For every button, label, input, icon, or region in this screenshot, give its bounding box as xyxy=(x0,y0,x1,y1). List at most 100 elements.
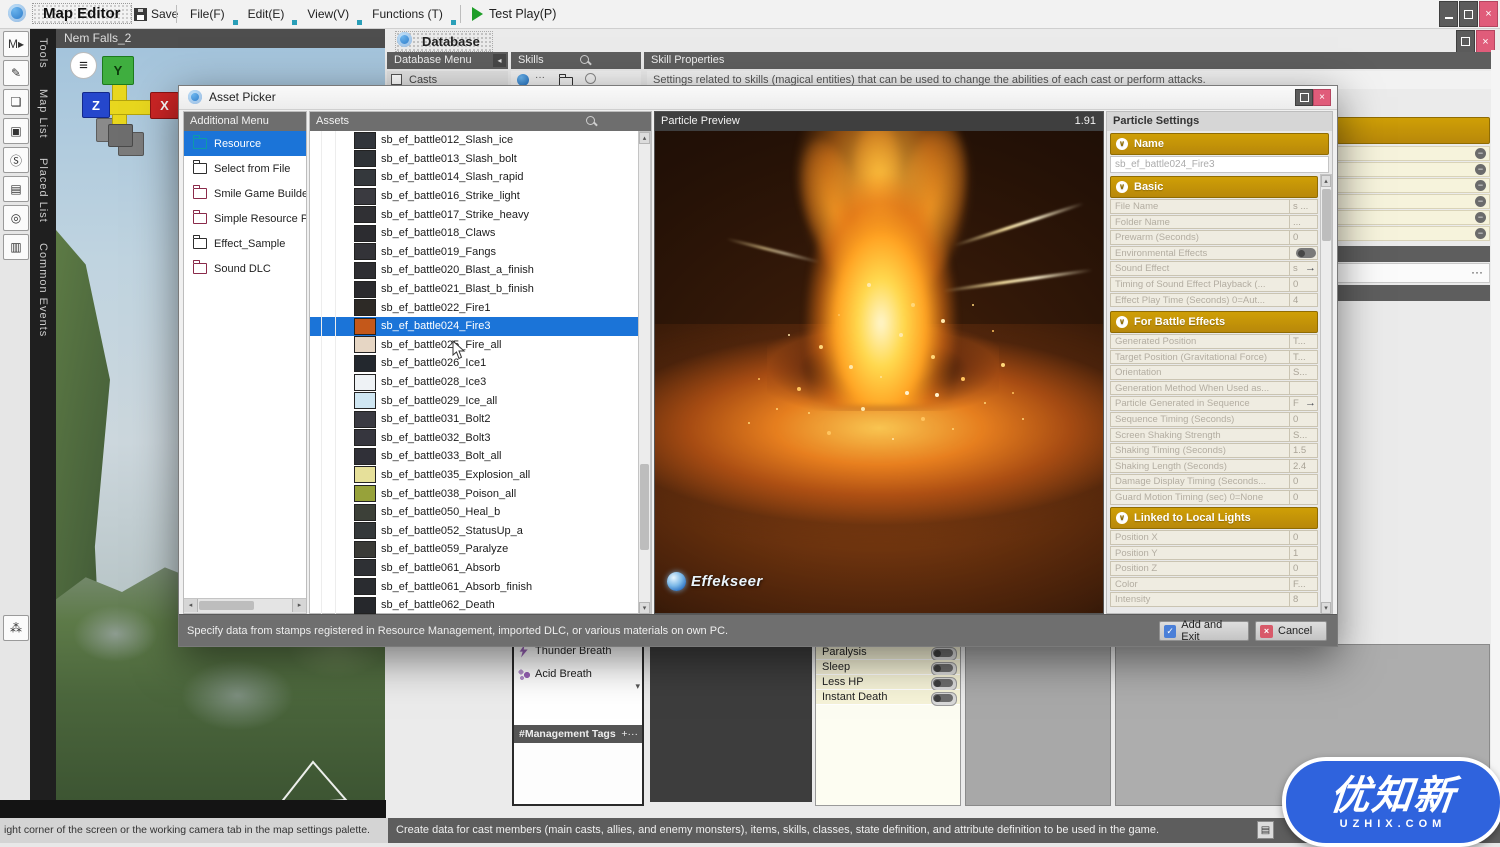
minus-icon[interactable]: − xyxy=(1475,196,1486,207)
dialog-restore-button[interactable] xyxy=(1295,89,1313,106)
setting-value[interactable]: s → xyxy=(1289,262,1317,275)
name-value-field[interactable]: sb_ef_battle024_Fire3 xyxy=(1110,156,1329,173)
settings-row[interactable]: Timing of Sound Effect Playback (... 0 xyxy=(1110,276,1318,292)
setting-value[interactable]: 0 xyxy=(1289,490,1317,504)
asset-row[interactable]: sb_ef_battle019_Fangs xyxy=(310,242,638,262)
settings-row[interactable]: Position Y 1 xyxy=(1110,545,1318,561)
asset-row[interactable]: sb_ef_battle018_Claws xyxy=(310,223,638,243)
asset-row[interactable]: sb_ef_battle031_Bolt2 xyxy=(310,409,638,429)
vscroll-thumb[interactable] xyxy=(640,464,649,550)
scroll-down-icon[interactable]: ▾ xyxy=(635,681,640,692)
hscroll-thumb[interactable] xyxy=(199,601,254,610)
state-row[interactable]: Less HP xyxy=(816,675,960,691)
asset-row[interactable]: sb_ef_battle038_Poison_all xyxy=(310,484,638,503)
minus-icon[interactable]: − xyxy=(1475,148,1486,159)
settings-row[interactable]: Particle Generated in Sequence F → xyxy=(1110,396,1318,411)
tool-button[interactable]: M▸ xyxy=(3,31,29,57)
tool-button[interactable]: ◎ xyxy=(3,205,29,231)
setting-value[interactable]: 2.4 xyxy=(1289,459,1317,473)
gizmo-y-handle[interactable]: Y xyxy=(102,56,134,85)
state-row[interactable]: Sleep xyxy=(816,660,960,676)
asset-row[interactable]: sb_ef_battle012_Slash_ice xyxy=(310,131,638,150)
minus-icon[interactable]: − xyxy=(1475,228,1486,239)
side-tab[interactable]: Map List xyxy=(37,79,49,149)
settings-row[interactable]: Screen Shaking Strength S... xyxy=(1110,427,1318,443)
setting-value[interactable] xyxy=(1289,246,1317,260)
toggle-icon[interactable] xyxy=(1296,248,1316,259)
settings-row[interactable]: Sequence Timing (Seconds) 0 xyxy=(1110,411,1318,427)
setting-value[interactable] xyxy=(1289,381,1317,395)
settings-row[interactable]: Target Position (Gravitational Force) T.… xyxy=(1110,349,1318,365)
asset-row[interactable]: sb_ef_battle062_Death xyxy=(310,595,638,615)
settings-row[interactable]: Folder Name ... xyxy=(1110,214,1318,230)
refresh-icon[interactable] xyxy=(585,73,596,84)
setting-value[interactable]: 1 xyxy=(1289,546,1317,560)
settings-row[interactable]: Damage Display Timing (Seconds... 0 xyxy=(1110,474,1318,489)
more-icon[interactable]: ··· xyxy=(535,72,545,83)
tool-button[interactable]: ✎ xyxy=(3,60,29,86)
asset-row[interactable]: sb_ef_battle025_Fire_all xyxy=(310,335,638,355)
additional-menu-item[interactable]: Select from File xyxy=(184,156,306,181)
minus-icon[interactable]: − xyxy=(1475,180,1486,191)
asset-row[interactable]: sb_ef_battle035_Explosion_all xyxy=(310,465,638,485)
tool-button[interactable]: ▥ xyxy=(3,234,29,260)
side-tab[interactable]: Tools xyxy=(37,28,49,79)
assets-vscrollbar[interactable]: ▴ ▾ xyxy=(638,131,651,615)
note-icon[interactable]: ▤ xyxy=(1257,821,1274,839)
setting-value[interactable]: s ... xyxy=(1289,200,1317,213)
property-row[interactable]: − xyxy=(1337,178,1490,193)
settings-row[interactable]: Shaking Timing (Seconds) 1.5 xyxy=(1110,443,1318,458)
vscroll-thumb[interactable] xyxy=(1322,189,1331,241)
setting-value[interactable]: 0 xyxy=(1289,562,1317,575)
add-and-exit-button[interactable]: ✓ Add and Exit xyxy=(1159,619,1249,643)
dialog-close-button[interactable]: × xyxy=(1313,89,1331,106)
setting-value[interactable]: T... xyxy=(1289,335,1317,348)
settings-row[interactable]: Guard Motion Timing (sec) 0=None 0 xyxy=(1110,489,1318,505)
gizmo-z-handle[interactable]: Z xyxy=(82,92,110,118)
add-tag-button[interactable]: +··· xyxy=(621,725,638,743)
setting-value[interactable]: 0 xyxy=(1289,531,1317,544)
setting-value[interactable]: 8 xyxy=(1289,593,1317,606)
right-ellipsis-row[interactable]: ··· xyxy=(1337,263,1490,283)
scroll-right-icon[interactable]: ▸ xyxy=(292,599,306,612)
additional-menu-item[interactable]: Effect_Sample xyxy=(184,231,306,256)
state-row[interactable]: Instant Death xyxy=(816,690,960,706)
state-toggle[interactable] xyxy=(931,677,957,691)
preview-canvas[interactable]: Effekseer xyxy=(655,131,1103,613)
asset-row[interactable]: sb_ef_battle052_StatusUp_a xyxy=(310,521,638,541)
additional-menu-item[interactable]: Sound DLC xyxy=(184,256,306,281)
asset-row[interactable]: sb_ef_battle033_Bolt_all xyxy=(310,447,638,466)
asset-row[interactable]: sb_ef_battle026_Ice1 xyxy=(310,354,638,373)
asset-row[interactable]: sb_ef_battle014_Slash_rapid xyxy=(310,168,638,187)
search-icon[interactable] xyxy=(580,55,589,64)
asset-row[interactable]: sb_ef_battle050_Heal_b xyxy=(310,502,638,522)
hscrollbar[interactable]: ◂ ▸ xyxy=(184,598,306,613)
setting-value[interactable]: 1.5 xyxy=(1289,444,1317,457)
property-row[interactable]: − xyxy=(1337,162,1490,177)
name-section-header[interactable]: ∨ Name xyxy=(1110,133,1329,155)
state-row[interactable]: Paralysis xyxy=(816,645,960,661)
tool-button[interactable]: ▤ xyxy=(3,176,29,202)
ellipsis-button[interactable]: ··· xyxy=(1471,265,1483,279)
dialog-titlebar[interactable]: Asset Picker × xyxy=(179,86,1337,110)
settings-row[interactable]: Environmental Effects xyxy=(1110,245,1318,261)
settings-row[interactable]: Generated Position T... xyxy=(1110,334,1318,349)
menu-item[interactable]: File(F) xyxy=(186,0,244,28)
tool-button[interactable]: ▣ xyxy=(3,118,29,144)
side-tab[interactable]: Common Events xyxy=(37,233,49,347)
property-row[interactable]: − xyxy=(1337,226,1490,241)
scroll-down-icon[interactable]: ▾ xyxy=(1321,602,1331,614)
search-icon[interactable] xyxy=(586,116,595,125)
setting-value[interactable]: S... xyxy=(1289,428,1317,442)
menu-item[interactable]: View(V) xyxy=(303,0,368,28)
battle-section-header[interactable]: ∨ For Battle Effects xyxy=(1110,311,1318,333)
save-button[interactable]: Save xyxy=(134,0,178,28)
db-restore-button[interactable] xyxy=(1456,30,1475,53)
asset-row[interactable]: sb_ef_battle016_Strike_light xyxy=(310,186,638,206)
settings-row[interactable]: Position X 0 xyxy=(1110,530,1318,545)
settings-row[interactable]: Sound Effect s → xyxy=(1110,261,1318,276)
scatter-tool-button[interactable]: ⁂ xyxy=(3,615,29,641)
settings-vscrollbar[interactable]: ▴ ▾ xyxy=(1320,174,1332,615)
skill-list-item[interactable]: Acid Breath xyxy=(514,662,642,686)
db-scrollbar-track[interactable] xyxy=(1491,50,1500,818)
